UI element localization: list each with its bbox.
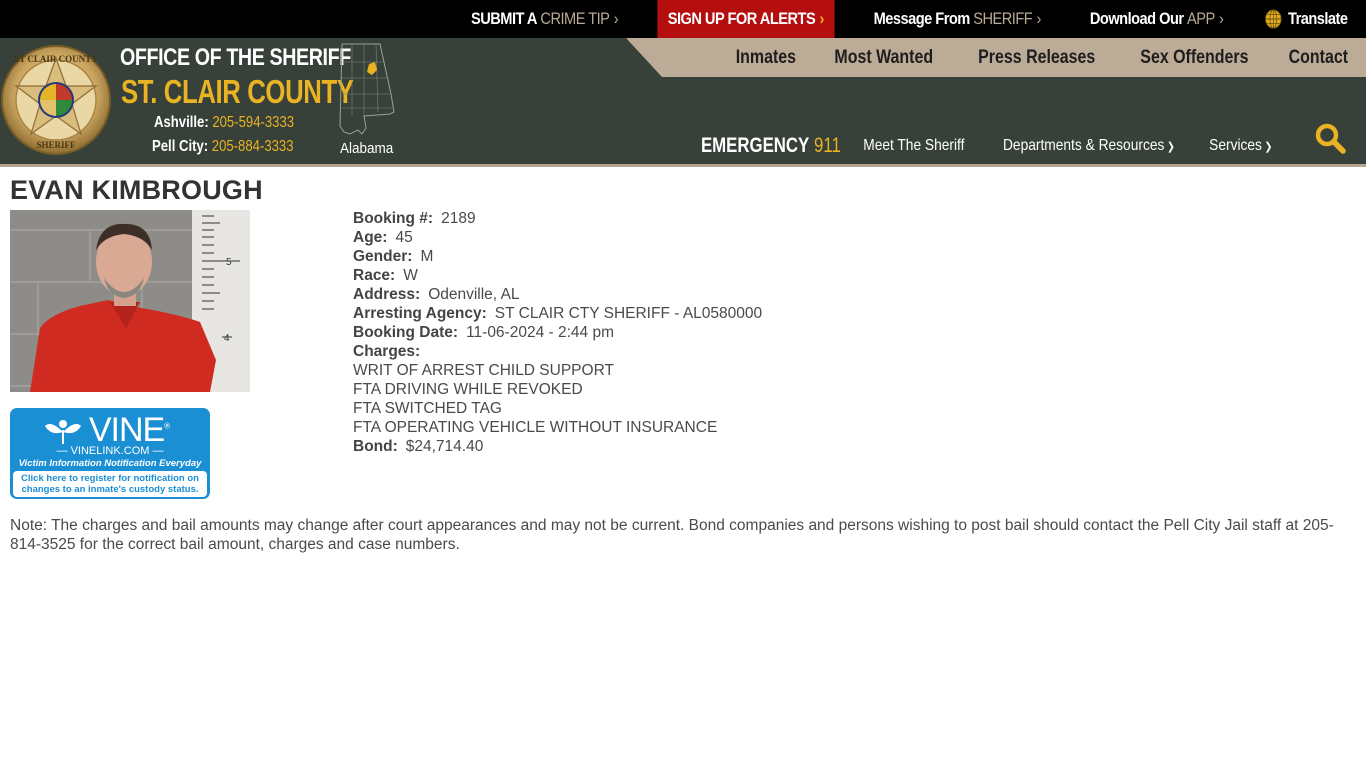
charge-item: FTA SWITCHED TAG [353, 400, 502, 417]
field-label: Booking #: [353, 210, 434, 227]
nav-label: Meet The Sheriff [863, 137, 965, 154]
link-text: SUBMIT A [471, 9, 538, 28]
field-label: Bond: [353, 438, 398, 455]
link-accent-text: SHERIFF [973, 9, 1033, 28]
cta-line: Click here to register for notification … [21, 473, 199, 484]
charge-item: FTA DRIVING WHILE REVOKED [353, 381, 583, 398]
charge-item: FTA OPERATING VEHICLE WITHOUT INSURANCE [353, 419, 718, 436]
bail-disclaimer-note: Note: The charges and bail amounts may c… [10, 517, 1334, 553]
chevron-right-icon: › [1218, 9, 1224, 28]
field-value: Odenville, AL [428, 286, 520, 303]
detail-age: Age: 45 [353, 228, 762, 247]
field-label: Race: [353, 267, 396, 284]
svg-text:ST CLAIR COUNTY: ST CLAIR COUNTY [14, 54, 98, 64]
nav-inmates[interactable]: Inmates [725, 47, 805, 69]
message-from-sheriff-link[interactable]: Message From SHERIFF › [863, 0, 1051, 38]
phone-label: Pell City: [152, 138, 209, 155]
search-icon[interactable] [1314, 122, 1346, 154]
chevron-down-icon: ❯ [1264, 141, 1273, 153]
main-nav: EMERGENCY 911 Meet The Sheriff Department… [666, 123, 1366, 164]
pell-city-phone: Pell City: 205-884-3333 [152, 138, 294, 156]
field-value: $24,714.40 [405, 438, 484, 455]
link-text: Message From [873, 9, 971, 28]
emergency-label: EMERGENCY [700, 134, 810, 157]
vine-register-cta: Click here to register for notification … [13, 471, 207, 497]
ashville-phone: Ashville: 205-594-3333 [154, 114, 294, 132]
chevron-right-icon: › [1036, 9, 1042, 28]
header-bottom-stripe [0, 164, 1366, 167]
top-links: SUBMIT A CRIME TIP › SIGN UP FOR ALERTS … [447, 0, 1366, 38]
translate-button[interactable]: Translate [1254, 0, 1357, 38]
charge-item: WRIT OF ARREST CHILD SUPPORT [353, 362, 614, 379]
globe-icon [1264, 9, 1282, 29]
nav-departments-resources[interactable]: Departments & Resources ❯ [996, 137, 1182, 155]
vine-logo-text: VINE [88, 411, 165, 449]
field-label: Gender: [353, 248, 413, 265]
header-county-title: ST. CLAIR COUNTY [121, 73, 354, 110]
top-bar: SUBMIT A CRIME TIP › SIGN UP FOR ALERTS … [0, 0, 1366, 38]
detail-race: Race: W [353, 266, 762, 285]
registered-mark: ® [164, 421, 170, 431]
detail-gender: Gender: M [353, 247, 762, 266]
sheriff-badge-icon[interactable]: ST CLAIR COUNTY SHERIFF [0, 42, 112, 158]
emergency-911[interactable]: 911 [814, 134, 841, 157]
nav-sex-offenders[interactable]: Sex Offenders [1131, 47, 1259, 69]
sign-up-alerts-link[interactable]: SIGN UP FOR ALERTS › [656, 0, 834, 38]
chevron-down-icon: ❯ [1166, 141, 1175, 153]
link-text: Download Our [1089, 9, 1184, 28]
height-mark: 5 [226, 257, 232, 268]
chevron-right-icon: › [614, 9, 619, 28]
vine-tagline: Victim Information Notification Everyday [18, 458, 202, 469]
field-label: Age: [353, 229, 388, 246]
detail-booking-number: Booking #: 2189 [353, 209, 762, 228]
field-value: ST CLAIR CTY SHERIFF - AL0580000 [494, 305, 763, 322]
inmate-mugshot: 5 4 [10, 210, 250, 392]
vine-notification-banner[interactable]: VINE® — VINELINK.COM — Victim Informatio… [10, 408, 210, 499]
nav-label: Services [1209, 137, 1263, 154]
phone-number[interactable]: 205-884-3333 [212, 138, 294, 155]
field-value: M [420, 248, 434, 265]
nav-most-wanted[interactable]: Most Wanted [825, 47, 944, 69]
mugshot-image: 5 4 [10, 210, 250, 392]
link-accent-text: CRIME TIP [540, 9, 611, 28]
inmate-details: Booking #: 2189 Age: 45 Gender: M Race: W Ad… [353, 209, 762, 456]
download-app-link[interactable]: Download Our APP › [1079, 0, 1233, 38]
utility-nav: Inmates Most Wanted Press Releases Sex O… [718, 38, 1366, 77]
field-label: Address: [353, 286, 421, 303]
detail-charges-label: Charges: [353, 342, 762, 361]
phone-number[interactable]: 205-594-3333 [212, 114, 294, 131]
link-accent-text: APP [1186, 9, 1215, 28]
vine-url: — VINELINK.COM — [56, 445, 164, 457]
field-label: Charges: [353, 343, 421, 360]
nav-press-releases[interactable]: Press Releases [968, 47, 1105, 69]
detail-booking-date: Booking Date: 11-06-2024 - 2:44 pm [353, 323, 762, 342]
field-label: Arresting Agency: [353, 305, 487, 322]
link-text: SIGN UP FOR ALERTS [667, 9, 815, 28]
svg-text:SHERIFF: SHERIFF [36, 140, 76, 150]
field-value: 11-06-2024 - 2:44 pm [466, 324, 614, 341]
nav-contact[interactable]: Contact [1279, 47, 1359, 69]
phone-label: Ashville: [154, 114, 209, 131]
field-label: Booking Date: [353, 324, 459, 341]
inmate-name: EVAN KIMBROUGH [10, 175, 263, 205]
translate-label: Translate [1287, 9, 1348, 28]
nav-label: Departments & Resources [1002, 137, 1164, 154]
emergency-number: EMERGENCY 911 [701, 134, 841, 158]
nav-meet-the-sheriff[interactable]: Meet The Sheriff [856, 137, 971, 155]
height-mark: 4 [224, 333, 230, 344]
detail-arresting-agency: Arresting Agency: ST CLAIR CTY SHERIFF - … [353, 304, 762, 323]
chevron-right-icon: › [818, 9, 824, 28]
state-label: Alabama [340, 140, 394, 157]
field-value: 45 [395, 229, 413, 246]
field-value: 2189 [441, 210, 476, 227]
header-title: OFFICE OF THE SHERIFF [120, 44, 351, 71]
cta-line: changes to an inmate's custody status. [21, 484, 199, 495]
nav-services[interactable]: Services ❯ [1203, 137, 1280, 155]
submit-crime-tip-link[interactable]: SUBMIT A CRIME TIP › [461, 0, 629, 38]
field-value: W [403, 267, 418, 284]
detail-address: Address: Odenville, AL [353, 285, 762, 304]
alabama-map-icon [339, 43, 395, 135]
detail-bond: Bond: $24,714.40 [353, 437, 762, 456]
